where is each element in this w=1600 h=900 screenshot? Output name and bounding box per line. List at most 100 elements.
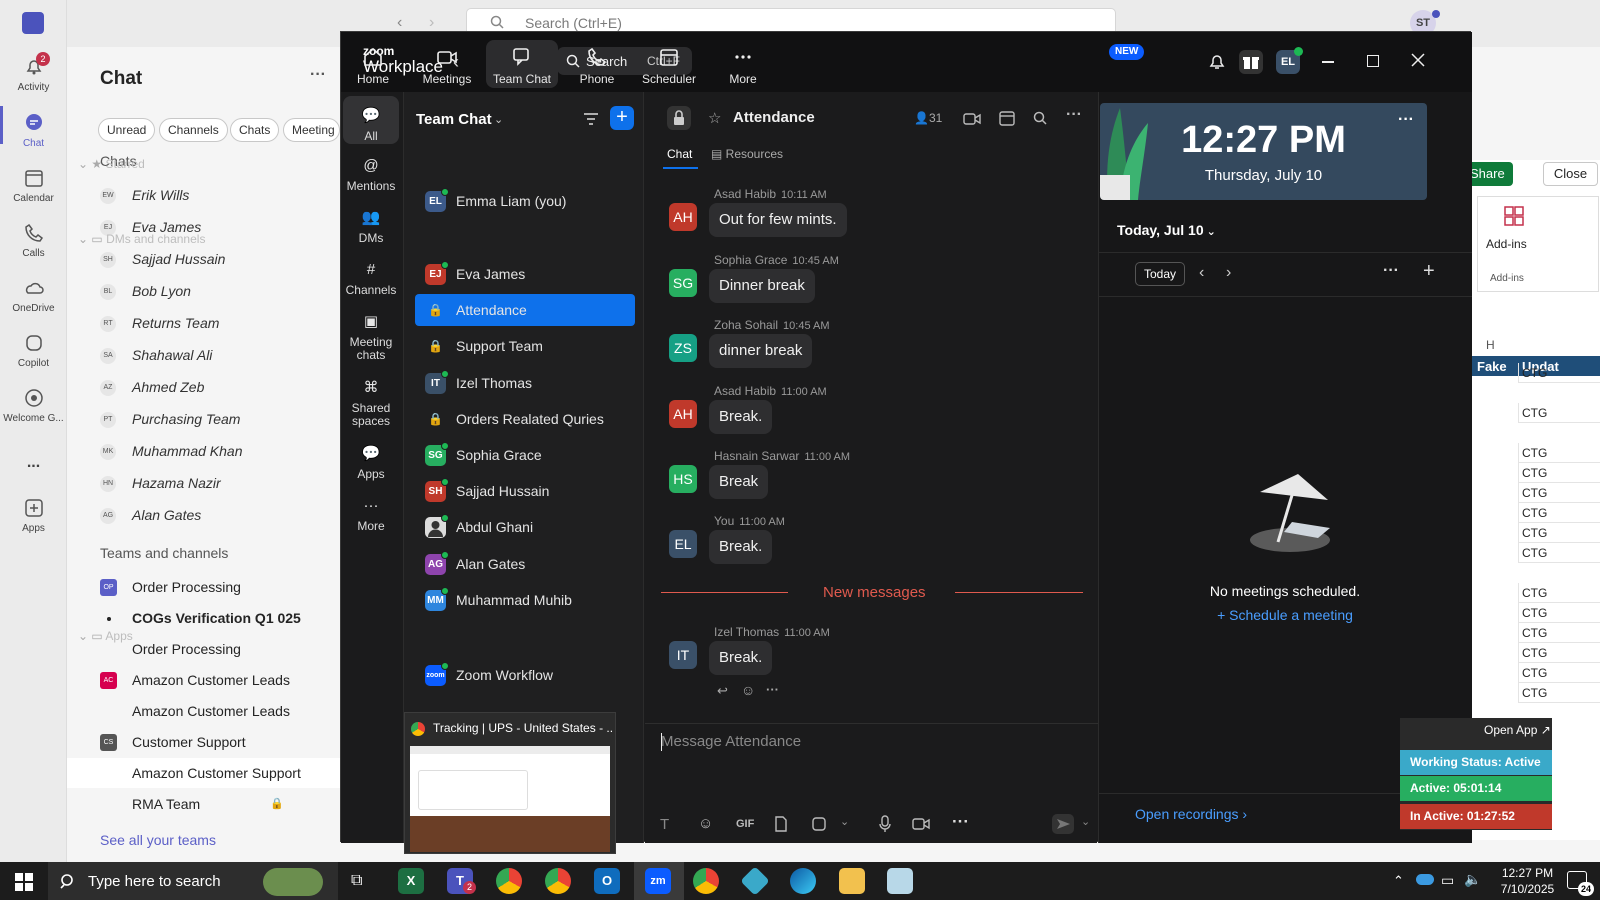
teams-chat-row[interactable]: AG Alan Gates: [67, 500, 340, 530]
rail-calendar[interactable]: Calendar: [0, 167, 67, 204]
nav-more[interactable]: More: [707, 40, 779, 88]
excel-cell[interactable]: CTG: [1518, 603, 1600, 623]
chevron-down-icon[interactable]: ⌄: [494, 113, 503, 126]
send-options-chevron-icon[interactable]: ⌄: [1081, 815, 1090, 828]
add-event-icon[interactable]: +: [1423, 260, 1435, 283]
see-all-teams-link[interactable]: See all your teams: [100, 832, 216, 848]
channel-row[interactable]: Abdul Ghani: [415, 511, 635, 543]
column-header-h[interactable]: H: [1486, 338, 1495, 352]
teams-chat-row[interactable]: AZ Ahmed Zeb: [67, 372, 340, 402]
file-explorer-taskbar-icon[interactable]: [839, 868, 865, 894]
tab-resources[interactable]: ▤ Resources: [711, 147, 783, 161]
channel-row[interactable]: EJ Eva James: [415, 258, 635, 290]
day-selector[interactable]: Today, Jul 10 ⌄: [1117, 222, 1216, 238]
calendar-icon[interactable]: [999, 110, 1015, 126]
rail-calls[interactable]: Calls: [0, 222, 67, 259]
channel-row[interactable]: 🔒 Orders Realated Quries: [415, 403, 635, 435]
sender-avatar[interactable]: AH: [669, 203, 697, 231]
zoom-taskbar-icon[interactable]: zm: [645, 868, 671, 894]
rail-activity[interactable]: Activity 2: [0, 52, 67, 93]
nav-meetings[interactable]: Meetings: [411, 40, 483, 88]
star-icon[interactable]: ☆: [708, 109, 721, 127]
excel-cell[interactable]: CTG: [1518, 543, 1600, 563]
channel-row[interactable]: MM Muhammad Muhib: [415, 584, 635, 616]
tab-chat[interactable]: Chat: [667, 147, 692, 161]
message-more-icon[interactable]: ···: [766, 682, 779, 697]
gif-icon[interactable]: GIF: [736, 818, 754, 830]
schedule-meeting-link[interactable]: + Schedule a meeting: [1098, 607, 1472, 623]
sender-name[interactable]: You: [714, 514, 734, 528]
message-bubble[interactable]: Dinner break: [709, 269, 815, 303]
section-starred[interactable]: ⌄ ★ Starred: [78, 154, 145, 174]
sender-name[interactable]: Sophia Grace: [714, 253, 787, 267]
network-icon[interactable]: ▭: [1441, 872, 1454, 889]
side-apps[interactable]: 💬 Apps: [343, 444, 399, 481]
sender-avatar[interactable]: HS: [669, 465, 697, 493]
nav-home[interactable]: Home: [337, 40, 409, 88]
channel-row[interactable]: SG Sophia Grace: [415, 439, 635, 471]
sender-avatar[interactable]: SG: [669, 269, 697, 297]
task-view-icon[interactable]: ⧉: [351, 872, 362, 890]
excel-cell[interactable]: CTG: [1518, 483, 1600, 503]
message-bubble[interactable]: Break.: [709, 530, 773, 564]
team-channel-row[interactable]: AC Amazon Customer Leads: [67, 665, 340, 695]
nav-scheduler[interactable]: Scheduler: [633, 40, 705, 88]
channel-name[interactable]: Attendance: [733, 109, 815, 126]
notification-bell-icon[interactable]: [1207, 52, 1227, 72]
new-chat-plus-icon[interactable]: +: [610, 106, 634, 130]
message-bubble[interactable]: dinner break: [709, 334, 813, 368]
edge-taskbar-icon[interactable]: [790, 868, 816, 894]
channel-row[interactable]: SH Sajjad Hussain: [415, 475, 635, 507]
open-recordings-link[interactable]: Open recordings ›: [1135, 806, 1247, 822]
team-channel-row[interactable]: OP Order Processing: [67, 572, 340, 602]
chrome-profile-taskbar-icon[interactable]: [545, 868, 571, 894]
close-button[interactable]: Close: [1543, 162, 1598, 186]
teams-chat-row[interactable]: MK Muhammad Khan: [67, 436, 340, 466]
section-dms-channels[interactable]: ⌄ ▭ DMs and channels: [78, 229, 205, 249]
taskbar-date[interactable]: 7/10/2025: [1490, 882, 1565, 896]
filter-icon[interactable]: [583, 112, 599, 126]
filter-channels[interactable]: Channels: [159, 118, 228, 142]
browser-tab-preview[interactable]: Tracking | UPS - United States - ...: [404, 712, 616, 854]
taskbar-search[interactable]: Type here to search: [48, 862, 338, 900]
back-arrow-icon[interactable]: ‹: [397, 14, 402, 32]
message-bubble[interactable]: Break.: [709, 641, 773, 675]
today-button[interactable]: Today: [1135, 262, 1185, 286]
sender-name[interactable]: Asad Habib: [714, 384, 776, 398]
excel-cell[interactable]: CTG: [1518, 503, 1600, 523]
rail-more-icon[interactable]: ...: [0, 454, 67, 472]
rail-apps[interactable]: Apps: [0, 497, 67, 534]
sender-name[interactable]: Asad Habib: [714, 187, 776, 201]
app-diamond-taskbar-icon[interactable]: [740, 866, 770, 896]
side-more[interactable]: ··· More: [343, 496, 399, 533]
more-options-icon[interactable]: ···: [310, 66, 326, 84]
forward-arrow-icon[interactable]: ›: [429, 14, 434, 32]
header-fake[interactable]: Fake: [1477, 359, 1507, 374]
sender-avatar[interactable]: AH: [669, 400, 697, 428]
message-bubble[interactable]: Out for few mints.: [709, 203, 847, 237]
more-icon[interactable]: ···: [1066, 106, 1082, 124]
teams-chat-row[interactable]: BL Bob Lyon: [67, 276, 340, 306]
reply-icon[interactable]: ↩: [717, 683, 728, 699]
teams-chat-row[interactable]: RT Returns Team: [67, 308, 340, 338]
gift-icon[interactable]: [1239, 50, 1263, 74]
excel-cell[interactable]: CTG: [1518, 583, 1600, 603]
team-channel-row[interactable]: CS Customer Support: [67, 727, 340, 757]
sender-name[interactable]: Zoha Sohail: [714, 318, 778, 332]
emoji-reaction-icon[interactable]: ☺: [741, 682, 755, 698]
side-meeting-chats[interactable]: ▣ Meeting chats: [343, 312, 399, 362]
side-dms[interactable]: 👥 DMs: [343, 208, 399, 245]
notepad-taskbar-icon[interactable]: [887, 868, 913, 894]
emoji-icon[interactable]: ☺: [698, 815, 713, 832]
search-icon[interactable]: [1033, 111, 1047, 125]
onedrive-cloud-icon[interactable]: [1416, 874, 1434, 885]
sender-avatar[interactable]: IT: [669, 641, 697, 669]
excel-cell[interactable]: CTG: [1518, 363, 1600, 383]
sender-name[interactable]: Hasnain Sarwar: [714, 449, 799, 463]
format-text-icon[interactable]: T: [660, 816, 669, 833]
rail-chat[interactable]: Chat: [0, 112, 67, 149]
excel-cell[interactable]: CTG: [1518, 623, 1600, 643]
channel-row[interactable]: 🔒 Attendance: [415, 294, 635, 326]
side-channels[interactable]: # Channels: [343, 260, 399, 297]
sender-avatar[interactable]: EL: [669, 530, 697, 558]
